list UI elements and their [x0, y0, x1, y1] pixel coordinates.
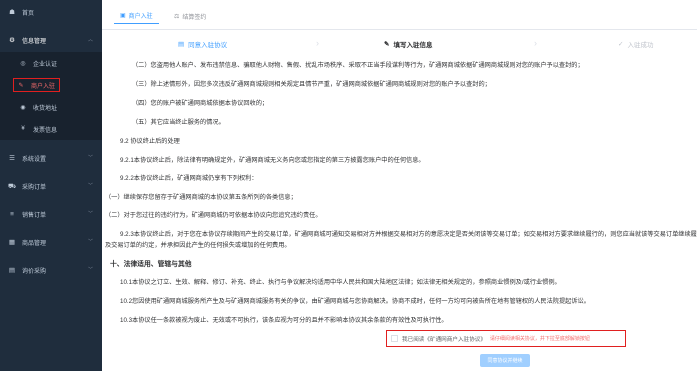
step-success: ✓ 入驻成功	[618, 39, 653, 49]
agreement-line: （五）其它应当终止服务的情况。	[132, 119, 225, 126]
agreement-line: 10.1本协议之订立、生效、解释、修订、补充、终止、执行与争议解决均适用中华人民…	[120, 279, 561, 286]
agreement-line: 9.2 协议终止后的处理	[120, 138, 180, 145]
nav-item-label: 首页	[22, 10, 35, 17]
agree-continue-button[interactable]: 同意协议并继续	[480, 354, 530, 367]
agreement-consent: 我已阅读《矿通网商户入驻协议》 请仔细阅读相关协议，并下拉至底部解锁按钮	[386, 330, 626, 347]
chevron-right-icon: ›	[316, 38, 319, 48]
nav-item-info-management[interactable]: ⚙ 信息管理 ︿	[0, 28, 102, 52]
document-icon: ▤	[178, 41, 185, 48]
step-label: 填写入驻信息	[393, 42, 433, 49]
step-label: 入驻成功	[627, 42, 654, 49]
sidebar-item-label: 发票信息	[33, 127, 58, 134]
nav-item-label: 信息管理	[22, 38, 47, 45]
agreement-line: 及交易订单的约定，并承担因此产生的任何损失或增加的任何费用。	[105, 242, 291, 249]
agreement-line: 9.2.3本协议终止后，对于您在本协议存续期间产生的交易订单，矿通网商城可通知交…	[120, 231, 697, 238]
nav-item-label: 销售订单	[22, 212, 47, 219]
highlight-box: ✎ 商户入驻	[13, 78, 61, 92]
section-heading: 十、法律适用、管辖与其他	[110, 261, 192, 268]
nav-item-inquiry-purchase[interactable]: ▤ 询价采购 ﹀	[0, 258, 102, 282]
chevron-down-icon: ﹀	[87, 183, 93, 189]
sidebar-item-enterprise-auth[interactable]: ◎ 企业认证	[0, 52, 102, 74]
step-fill-info: ✎ 填写入驻信息	[384, 39, 432, 49]
sidebar-item-merchant-entry[interactable]: ✎ 商户入驻	[0, 74, 102, 96]
edit-icon: ✎	[384, 41, 390, 48]
step-label: 同意入驻协议	[188, 42, 228, 49]
nav-item-system-settings[interactable]: ☰ 系统设置 ﹀	[0, 146, 102, 170]
agreement-line: （三）除上述情形外，因您多次违反矿通网商城规则相关规定且情节严重，矿通网商城依据…	[132, 81, 491, 88]
sidebar: ☗ 首页 ⚙ 信息管理 ︿ ◎ 企业认证 ✎ 商户入驻 ◉ 收货地址 ¥ 发票信…	[0, 0, 102, 371]
nav-item-goods-management[interactable]: ▦ 商品管理 ﹀	[0, 230, 102, 254]
chevron-down-icon: ﹀	[87, 155, 93, 161]
agreement-line: 9.2.2本协议终止后，矿通网商城仍享有下列权利：	[120, 175, 258, 182]
agreement-line: 10.2您因使用矿通网商城服务所产生及与矿通网商城服务有关的争议，由矿通网商城与…	[120, 298, 590, 305]
sidebar-item-label: 收货地址	[33, 105, 58, 112]
shield-icon: ◎	[20, 60, 26, 67]
sidebar-item-label: 商户入驻	[31, 83, 56, 90]
nav-item-sales-orders[interactable]: ≡ 销售订单 ﹀	[0, 202, 102, 226]
sidebar-item-label: 企业认证	[33, 61, 58, 68]
agreement-line: 10.3本协议任一条款被视为废止、无效或不可执行，该条应视为可分的且并不影响本协…	[120, 317, 448, 324]
tab-settlement-contract[interactable]: ⚖ 结算签约	[168, 9, 212, 23]
settings-icon: ☰	[9, 155, 15, 162]
price-icon: ▤	[8, 267, 16, 274]
agreement-line: 9.2.1本协议终止后，除法律有明确规定外，矿通网商城无义务向您或您指定的第三方…	[120, 157, 425, 164]
list-icon: ≡	[10, 210, 14, 218]
sidebar-item-shipping-address[interactable]: ◉ 收货地址	[0, 96, 102, 118]
cart-icon: ⛟	[8, 182, 17, 190]
step-agree-protocol: ▤ 同意入驻协议	[178, 39, 227, 49]
chevron-down-icon: ﹀	[87, 267, 93, 273]
nav-item-purchase-orders[interactable]: ⛟ 采购订单 ﹀	[0, 174, 102, 198]
agree-checkbox[interactable]	[391, 335, 398, 342]
agreement-line: （二）对于您过往的违约行为，矿通网商城仍可依据本协议向您追究违约责任。	[105, 212, 322, 219]
nav-item-label: 采购订单	[22, 184, 47, 191]
agreement-line: （二）您盗用他人账户、发布违禁信息、骗取他人财物、售假、扰乱市场秩序、采取不正当…	[132, 62, 584, 69]
home-icon: ☗	[9, 9, 15, 16]
chevron-down-icon: ﹀	[87, 211, 93, 217]
goods-icon: ▦	[8, 239, 16, 246]
scale-icon: ⚖	[174, 13, 180, 20]
tab-label: 商户入驻	[128, 14, 153, 20]
agree-warning: 请仔细阅读相关协议，并下拉至底部解锁按钮	[489, 336, 590, 342]
chevron-right-icon: ›	[534, 38, 537, 48]
nav-item-label: 商品管理	[22, 240, 47, 247]
location-icon: ◉	[20, 104, 26, 111]
steps-bar: ▤ 同意入驻协议 › ✎ 填写入驻信息 › ✓ 入驻成功	[102, 34, 697, 56]
tab-label: 结算签约	[182, 14, 207, 21]
sidebar-item-invoice[interactable]: ¥ 发票信息	[0, 118, 102, 140]
edit-icon: ✎	[18, 82, 24, 89]
nav-item-label: 系统设置	[22, 156, 47, 163]
chevron-up-icon: ︿	[87, 37, 93, 43]
agreement-line: （四）您的账户被矿通网商城依据本协议回收的；	[132, 100, 269, 107]
store-icon: ▣	[120, 13, 126, 19]
tab-bar: ▣ 商户入驻 ⚖ 结算签约	[102, 0, 697, 30]
tab-merchant-entry[interactable]: ▣ 商户入驻	[114, 8, 159, 24]
check-icon: ✓	[618, 41, 624, 48]
nav-item-home[interactable]: ☗ 首页	[0, 0, 102, 24]
chevron-down-icon: ﹀	[87, 239, 93, 245]
nav-item-label: 询价采购	[22, 268, 47, 275]
gear-icon: ⚙	[9, 37, 15, 44]
invoice-icon: ¥	[21, 126, 25, 132]
agree-label[interactable]: 我已阅读《矿通网商户入驻协议》	[402, 335, 486, 343]
agreement-line: （一）继续保存您留存于矿通网商城的本协议第五条所列的各类信息；	[105, 194, 297, 201]
main-content: ▤ 同意入驻协议 › ✎ 填写入驻信息 › ✓ 入驻成功 （二）您盗用他人账户、…	[102, 30, 697, 371]
